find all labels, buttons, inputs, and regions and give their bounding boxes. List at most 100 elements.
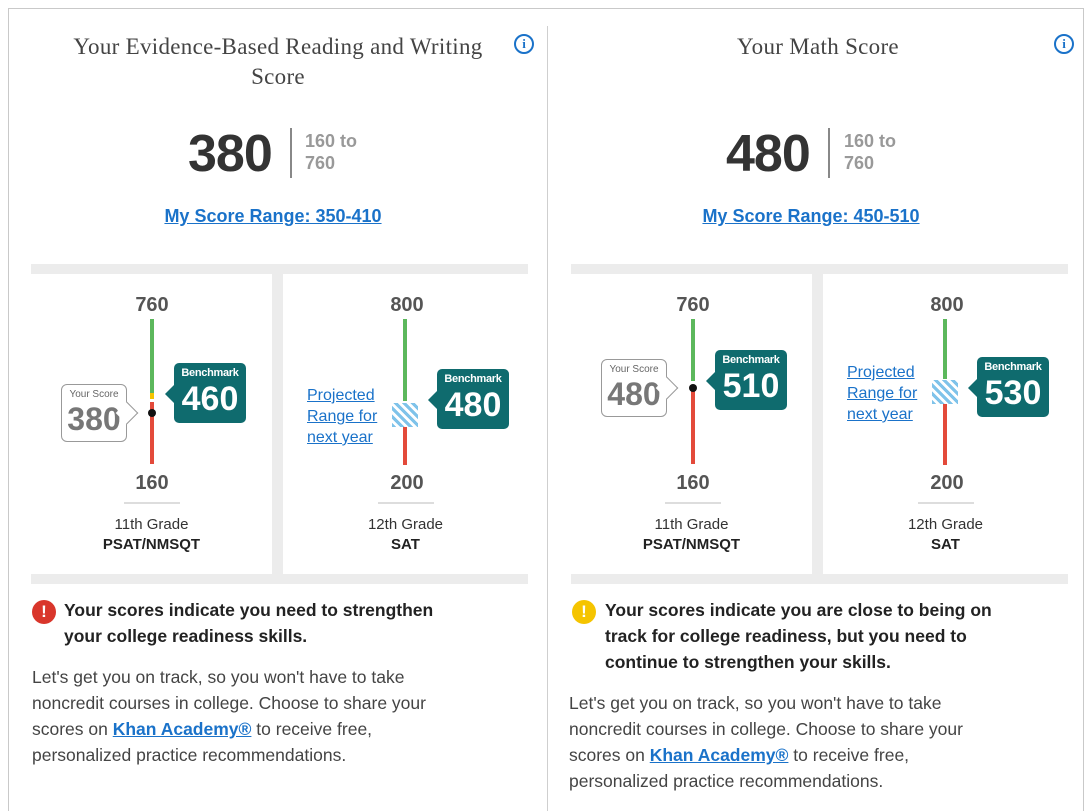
- benchmark-label: Benchmark: [722, 354, 780, 366]
- benchmark-label: Benchmark: [444, 373, 502, 385]
- info-icon[interactable]: i: [514, 34, 534, 54]
- score-marker: [148, 409, 156, 417]
- message-line: Your scores indicate you need to strengt…: [64, 600, 434, 620]
- exam-label: PSAT/NMSQT: [642, 536, 741, 553]
- para-line: personalized practice recommendations.: [32, 745, 347, 765]
- baseline: [918, 502, 974, 504]
- psat-card: 760 Your Score 480 Benchmark 510 160 11t…: [571, 274, 812, 574]
- scale-bottom: 160: [135, 472, 169, 494]
- below-bar: [403, 427, 407, 465]
- below-bar: [691, 390, 695, 464]
- para-line: noncredit courses in college. Choose to …: [32, 693, 426, 713]
- scale-low: 160 to: [305, 131, 358, 151]
- benchmark-badge: Benchmark 480: [428, 369, 509, 429]
- scale-top: 760: [135, 294, 169, 316]
- benchmark-value: 530: [984, 374, 1042, 412]
- benchmark-area: 760 Your Score 380 Benchmark 460 160 11t…: [31, 264, 528, 584]
- above-bar: [150, 319, 154, 393]
- para-line: Let's get you on track, so you won't hav…: [32, 667, 405, 687]
- grade-label: 12th Grade: [907, 516, 984, 533]
- baseline: [378, 502, 434, 504]
- scale-bottom: 160: [676, 472, 710, 494]
- near-bar: [150, 393, 154, 399]
- para-line: Let's get you on track, so you won't hav…: [569, 693, 942, 713]
- sat-card: 800 Projected Range for next year Benchm…: [283, 274, 528, 574]
- your-score-badge: Your Score 380: [61, 384, 139, 442]
- scale-bottom: 200: [390, 472, 424, 494]
- warning-alert-icon: !: [572, 600, 596, 624]
- score-range-link[interactable]: My Score Range: 350-410: [8, 206, 548, 227]
- score-separator: [290, 128, 292, 178]
- score-marker: [689, 384, 697, 392]
- projected-line: next year: [307, 429, 373, 446]
- scale-high: 760: [305, 153, 336, 173]
- message-line: continue to strengthen your skills.: [605, 652, 891, 672]
- benchmark-area: 760 Your Score 480 Benchmark 510 160 11t…: [571, 264, 1068, 584]
- total-score: 480: [726, 125, 811, 183]
- score-scale: 160 to 760: [844, 130, 896, 174]
- baseline: [665, 502, 721, 504]
- para-line: noncredit courses in college. Choose to …: [569, 719, 963, 739]
- recommendation-text: Let's get you on track, so you won't hav…: [32, 664, 512, 768]
- total-score: 380: [188, 125, 273, 183]
- khan-academy-link[interactable]: Khan Academy®: [113, 719, 252, 739]
- para-line: scores on Khan Academy® to receive free,: [32, 716, 512, 742]
- badge-pointer: [968, 379, 977, 397]
- benchmark-label: Benchmark: [984, 361, 1042, 373]
- projected-range-hatch: [392, 403, 418, 427]
- para-text: scores on: [569, 745, 650, 765]
- projected-line: next year: [847, 406, 913, 423]
- message-line: track for college readiness, but you nee…: [605, 626, 967, 646]
- projected-range-link[interactable]: Projected Range for next year: [847, 362, 917, 425]
- para-text: scores on: [32, 719, 113, 739]
- benchmark-label: Benchmark: [181, 367, 239, 379]
- panel-title: Your Evidence-Based Reading and Writing …: [73, 34, 483, 89]
- info-icon[interactable]: i: [1054, 34, 1074, 54]
- baseline: [124, 502, 180, 504]
- above-bar: [943, 319, 947, 379]
- readiness-message: Your scores indicate you are close to be…: [605, 597, 992, 675]
- projected-line: Projected: [307, 387, 375, 404]
- badge-pointer: [428, 391, 437, 409]
- grade-label: 12th Grade: [367, 516, 444, 533]
- below-bar: [943, 404, 947, 465]
- score-separator: [828, 128, 830, 178]
- your-score-value: 480: [607, 376, 661, 412]
- grade-label: 11th Grade: [114, 516, 189, 533]
- score-range-link[interactable]: My Score Range: 450-510: [548, 206, 1088, 227]
- recommendation-text: Let's get you on track, so you won't hav…: [569, 690, 1049, 794]
- panel-title: Your Math Score: [737, 34, 899, 59]
- scale-high: 760: [844, 153, 875, 173]
- para-text: to receive free,: [251, 719, 373, 739]
- benchmark-badge: Benchmark 530: [968, 357, 1049, 417]
- scale-top: 760: [676, 294, 710, 316]
- para-line: personalized practice recommendations.: [569, 771, 884, 791]
- your-score-badge: Your Score 480: [601, 359, 679, 417]
- scale-low: 160 to: [844, 131, 897, 151]
- projected-line: Range for: [307, 408, 378, 425]
- projected-line: Range for: [847, 385, 918, 402]
- benchmark-value: 480: [444, 386, 502, 424]
- para-text: to receive free,: [788, 745, 910, 765]
- exam-label: SAT: [391, 536, 420, 553]
- projected-range-hatch: [932, 380, 958, 404]
- ebrw-score-panel: Your Evidence-Based Reading and Writing …: [8, 8, 548, 811]
- scale-top: 800: [390, 294, 424, 316]
- projected-range-link[interactable]: Projected Range for next year: [307, 385, 377, 448]
- para-line: scores on Khan Academy® to receive free,: [569, 742, 1049, 768]
- grade-label: 11th Grade: [654, 516, 729, 533]
- message-line: your college readiness skills.: [64, 626, 308, 646]
- benchmark-badge: Benchmark 460: [165, 363, 246, 423]
- score-scale: 160 to 760: [305, 130, 357, 174]
- benchmark-value: 460: [181, 380, 239, 418]
- exam-label: SAT: [931, 536, 960, 553]
- projected-line: Projected: [847, 364, 915, 381]
- khan-academy-link[interactable]: Khan Academy®: [650, 745, 789, 765]
- exam-label: PSAT/NMSQT: [102, 536, 201, 553]
- scale-bottom: 200: [930, 472, 964, 494]
- benchmark-badge: Benchmark 510: [706, 350, 787, 410]
- scale-top: 800: [930, 294, 964, 316]
- error-alert-icon: !: [32, 600, 56, 624]
- your-score-value: 380: [67, 401, 121, 437]
- benchmark-value: 510: [722, 367, 780, 405]
